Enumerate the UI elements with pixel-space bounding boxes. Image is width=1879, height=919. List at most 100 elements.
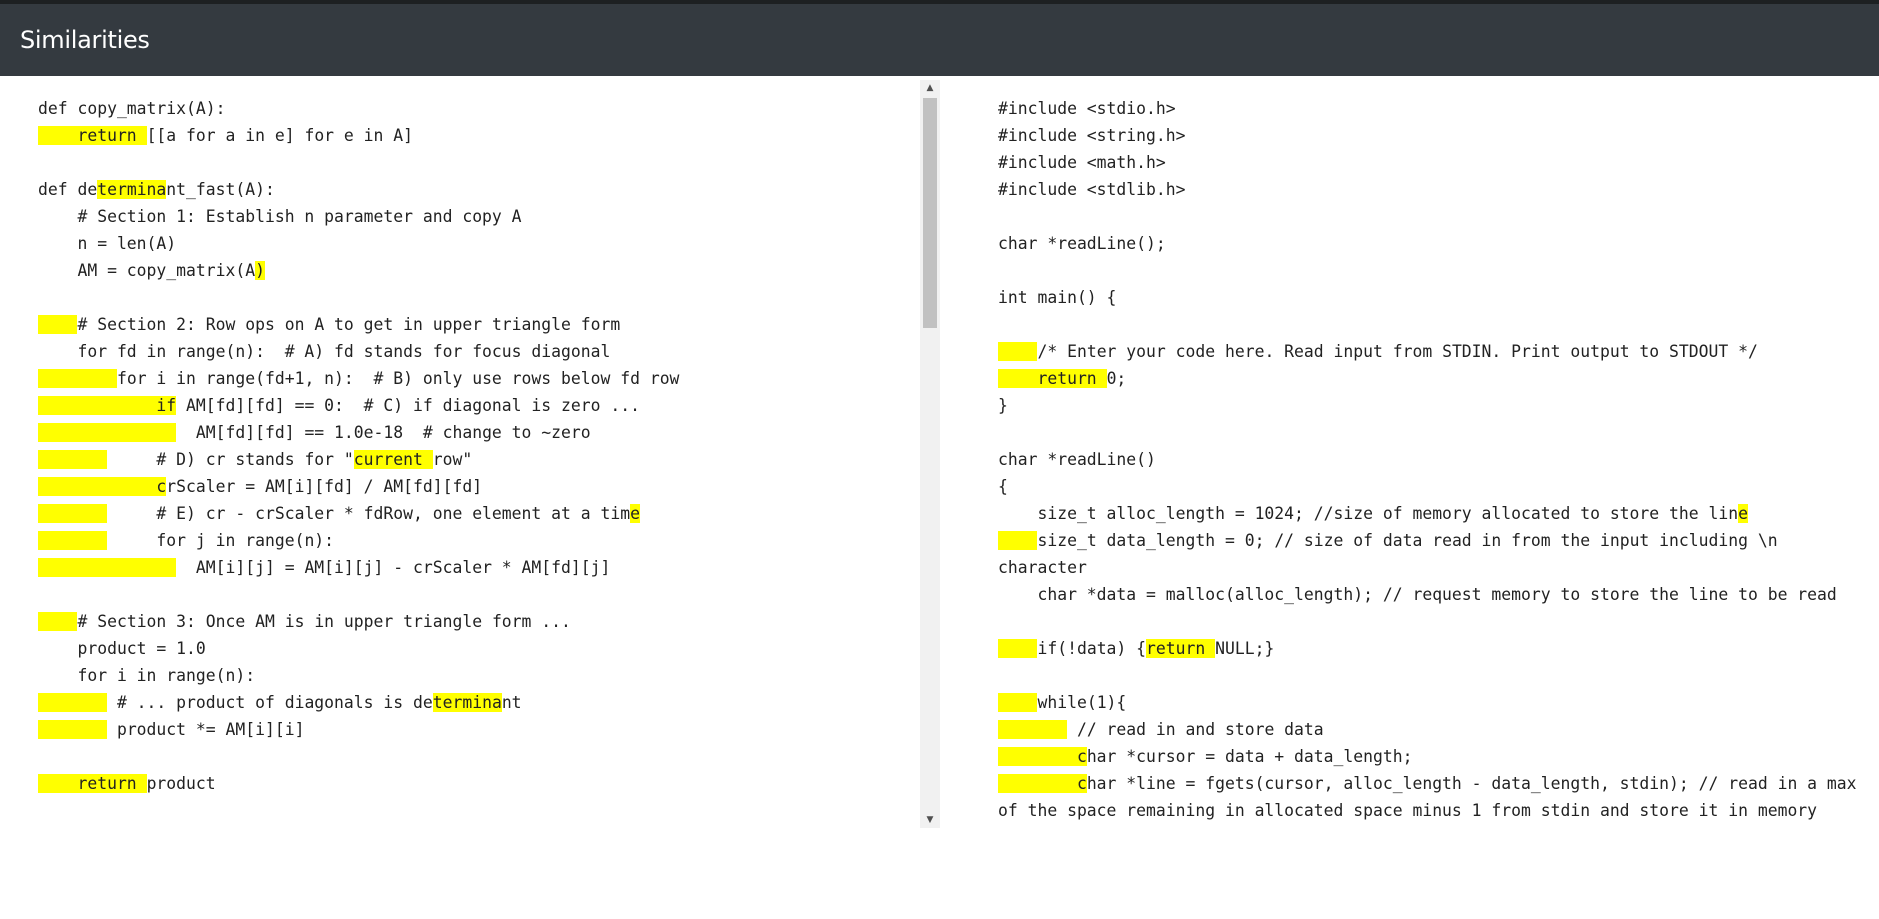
code-text: of the space remaining in allocated spac… [998, 801, 1818, 820]
code-text: character [998, 558, 1087, 577]
code-line: # Section 3: Once AM is in upper triangl… [38, 608, 679, 635]
code-text: char *readLine(); [998, 234, 1166, 253]
page-title: Similarities [20, 26, 150, 54]
code-text: # D) cr stands for " [107, 450, 354, 469]
code-text: AM[i][j] = AM[i][j] - crScaler * AM[fd][… [176, 558, 611, 577]
similarity-highlight: e [630, 504, 640, 523]
code-line: #include <stdlib.h> [998, 176, 1857, 203]
code-line: #include <stdio.h> [998, 95, 1857, 122]
similarity-highlight [38, 369, 117, 388]
left-code-pane[interactable]: def copy_matrix(A): return [[a for a in … [0, 76, 920, 828]
code-line: char *line = fgets(cursor, alloc_length … [998, 770, 1857, 797]
similarity-highlight [998, 693, 1038, 712]
code-line: crScaler = AM[i][fd] / AM[fd][fd] [38, 473, 679, 500]
similarity-highlight [38, 558, 177, 577]
code-line: #include <string.h> [998, 122, 1857, 149]
code-text: #include <stdlib.h> [998, 180, 1186, 199]
code-text: } [998, 396, 1008, 415]
similarity-highlight [998, 531, 1038, 550]
code-text: #include <math.h> [998, 153, 1166, 172]
code-line: # Section 2: Row ops on A to get in uppe… [38, 311, 679, 338]
scroll-thumb[interactable] [923, 98, 937, 328]
code-text: [[a for a in e] for e in A] [146, 126, 413, 145]
code-text: nt [501, 693, 522, 712]
code-line: while(1){ [998, 689, 1857, 716]
code-text: AM[fd][fd] == 0: # C) if diagonal is zer… [176, 396, 640, 415]
code-line: } [998, 392, 1857, 419]
code-text: while(1){ [1037, 693, 1127, 712]
left-code-block: def copy_matrix(A): return [[a for a in … [38, 95, 679, 797]
arrow-up-icon[interactable]: ▲ [920, 80, 940, 96]
code-line: for fd in range(n): # A) fd stands for f… [38, 338, 679, 365]
code-text: har *line = fgets(cursor, alloc_length -… [1086, 774, 1857, 793]
similarity-highlight [998, 639, 1038, 658]
left-pane-scrollbar[interactable]: ▲ ▼ [920, 80, 940, 828]
code-line: for i in range(fd+1, n): # B) only use r… [38, 365, 679, 392]
code-line: char *readLine() [998, 446, 1857, 473]
code-line: return [[a for a in e] for e in A] [38, 122, 679, 149]
code-line: /* Enter your code here. Read input from… [998, 338, 1857, 365]
code-text: size_t data_length = 0; // size of data … [1037, 531, 1778, 550]
code-text: def de [38, 180, 98, 199]
code-text: size_t alloc_length = 1024; //size of me… [998, 504, 1739, 523]
code-text: row" [432, 450, 473, 469]
code-line: return 0; [998, 365, 1857, 392]
arrow-down-icon[interactable]: ▼ [920, 812, 940, 828]
code-text: NULL;} [1215, 639, 1275, 658]
code-line: # D) cr stands for "current row" [38, 446, 679, 473]
right-code-pane[interactable]: #include <stdio.h> #include <string.h> #in… [940, 76, 1879, 828]
code-text: // read in and store data [1067, 720, 1324, 739]
code-line: # ... product of diagonals is determinan… [38, 689, 679, 716]
code-line: product *= AM[i][i] [38, 716, 679, 743]
code-line: AM[fd][fd] == 1.0e-18 # change to ~zero [38, 419, 679, 446]
code-text: for fd in range(n): # A) fd stands for f… [38, 342, 611, 361]
code-text: for i in range(fd+1, n): # B) only use r… [116, 369, 680, 388]
code-text: AM[fd][fd] == 1.0e-18 # change to ~zero [176, 423, 591, 442]
similarity-highlight: return [38, 774, 147, 793]
code-line: of the space remaining in allocated spac… [998, 797, 1857, 824]
code-text: har *cursor = data + data_length; [1086, 747, 1413, 766]
code-text: int main() { [998, 288, 1117, 307]
code-text: nt_fast(A): [166, 180, 275, 199]
code-text: for j in range(n): [107, 531, 335, 550]
code-line: product = 1.0 [38, 635, 679, 662]
code-text: # Section 1: Establish n parameter and c… [38, 207, 522, 226]
similarity-highlight [38, 693, 108, 712]
similarity-highlight: termina [97, 180, 167, 199]
code-line: if AM[fd][fd] == 0: # C) if diagonal is … [38, 392, 679, 419]
similarity-highlight: e [1738, 504, 1748, 523]
similarity-highlight: current [353, 450, 433, 469]
similarity-highlight [38, 612, 78, 631]
similarity-highlight [998, 720, 1068, 739]
similarity-highlight: ) [255, 261, 265, 280]
code-text: rScaler = AM[i][fd] / AM[fd][fd] [166, 477, 483, 496]
header-bar: Similarities [0, 4, 1879, 76]
similarity-highlight [38, 720, 108, 739]
code-text: char *data = malloc(alloc_length); // re… [998, 585, 1837, 604]
code-line: for i in range(n): [38, 662, 679, 689]
code-line: AM = copy_matrix(A) [38, 257, 679, 284]
code-line: #include <math.h> [998, 149, 1857, 176]
similarity-highlight: c [998, 747, 1087, 766]
code-text: AM = copy_matrix(A [38, 261, 256, 280]
code-text: product [146, 774, 216, 793]
code-text: product = 1.0 [38, 639, 206, 658]
similarity-highlight: return [998, 369, 1107, 388]
code-line: size_t alloc_length = 1024; //size of me… [998, 500, 1857, 527]
code-text: #include <stdio.h> [998, 99, 1176, 118]
code-line: character [998, 554, 1857, 581]
code-line: if(!data) {return NULL;} [998, 635, 1857, 662]
code-text: n = len(A) [38, 234, 177, 253]
code-line: size_t data_length = 0; // size of data … [998, 527, 1857, 554]
code-line: AM[i][j] = AM[i][j] - crScaler * AM[fd][… [38, 554, 679, 581]
